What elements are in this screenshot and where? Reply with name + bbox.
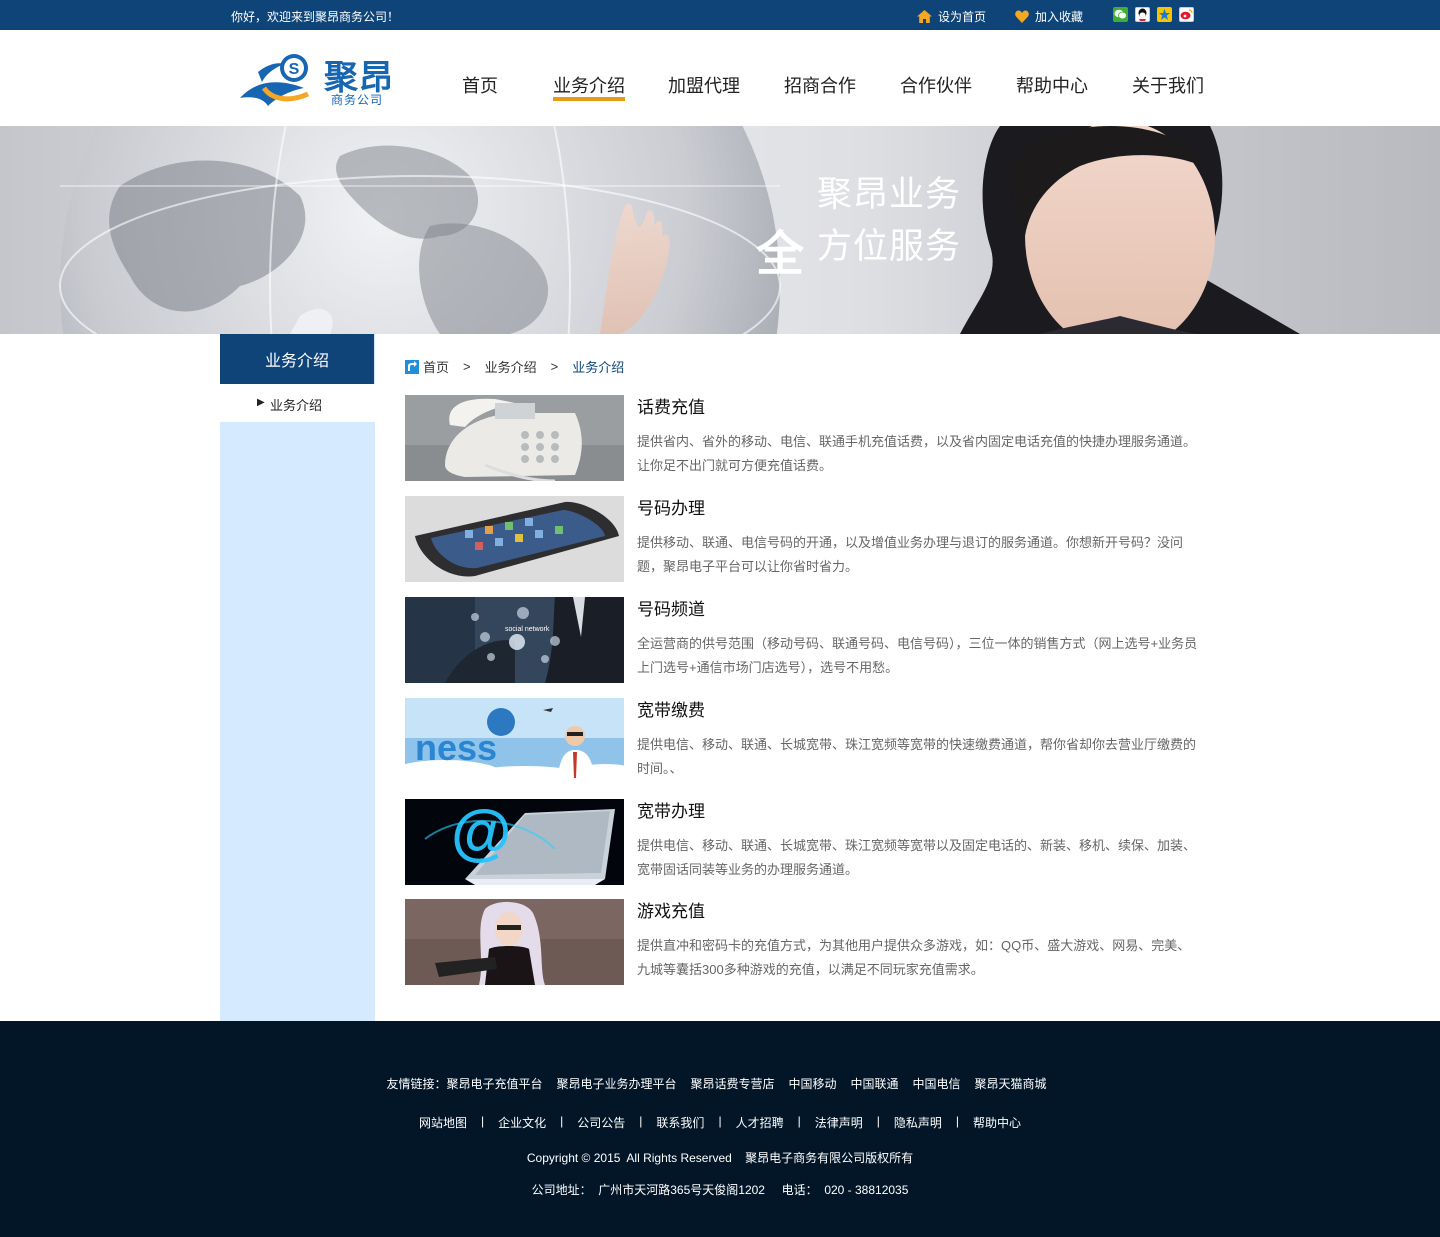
weibo-icon[interactable]	[1179, 7, 1194, 22]
sidebar: 业务介绍 ▶ 业务介绍	[220, 334, 375, 1021]
breadcrumb-separator: >	[463, 359, 471, 374]
footer-separator: |	[560, 1114, 564, 1128]
triangle-right-icon: ▶	[257, 397, 265, 408]
nav-home[interactable]: 首页	[462, 72, 498, 98]
sidebar-title: 业务介绍	[220, 334, 374, 384]
qq-icon[interactable]	[1135, 7, 1150, 22]
breadcrumb-home-icon	[405, 359, 419, 374]
footer-separator: |	[797, 1114, 801, 1128]
footer-link-legal[interactable]: 法律声明	[815, 1114, 863, 1131]
footer-separator: |	[481, 1114, 485, 1128]
footer-link-help[interactable]: 帮助中心	[973, 1114, 1021, 1131]
service-image-social-network[interactable]: social network	[405, 597, 624, 683]
service-image-telephone[interactable]	[405, 395, 624, 481]
footer-separator: |	[955, 1114, 959, 1128]
friend-link-recharge-platform[interactable]: 聚昂电子充值平台	[446, 1075, 542, 1092]
sidebar-item-business[interactable]: ▶ 业务介绍	[220, 384, 375, 422]
footer-nav: 网站地图 | 企业文化 | 公司公告 | 联系我们 | 人才招聘 | 法律声明 …	[0, 1114, 1440, 1131]
welcome-text: 你好，欢迎来到聚昂商务公司！	[231, 10, 400, 24]
service-item-number-channel: social network 号码频道 全运营商的供号范围（移动号码、联通号码、…	[405, 597, 1205, 683]
friend-link-business-platform[interactable]: 聚昂电子业务办理平台	[556, 1075, 676, 1092]
service-item-broadband-payment: ness 宽带缴费 提供电信、移动、联通、长城宽带、珠江宽频等宽带的快速缴费通道…	[405, 698, 1205, 784]
nav-about[interactable]: 关于我们	[1132, 72, 1204, 98]
friend-links-label: 友情链接：	[386, 1077, 447, 1091]
service-image-smartphone[interactable]	[405, 496, 624, 582]
service-item-number-handling: 号码办理 提供移动、联通、电信号码的开通，以及增值业务办理与退订的服务通道。你想…	[405, 496, 1205, 582]
service-description: 提供省内、省外的移动、电信、联通手机充值话费，以及省内固定电话充值的快捷办理服务…	[637, 434, 1197, 473]
friend-link-tmall-store[interactable]: 聚昂天猫商城	[975, 1075, 1047, 1092]
hero-banner: 聚昂业务 全 方位服务	[0, 126, 1440, 334]
nav-active-indicator	[553, 97, 625, 101]
site-footer: 友情链接： 聚昂电子充值平台 聚昂电子业务办理平台 聚昂话费专营店 中国移动 中…	[0, 1021, 1440, 1237]
footer-link-sitemap[interactable]: 网站地图	[419, 1114, 467, 1131]
service-description: 提供移动、联通、电信号码的开通，以及增值业务办理与退订的服务通道。你想新开号码？…	[637, 535, 1184, 574]
site-header: S 聚昂 商务公司 首页 业务介绍 加盟代理 招商合作 合作伙伴 帮助中心 关于…	[0, 30, 1440, 126]
globe-woman-illustration	[59, 126, 1300, 334]
footer-link-privacy[interactable]: 隐私声明	[894, 1114, 942, 1131]
breadcrumb-home[interactable]: 首页	[423, 357, 449, 376]
footer-separator: |	[718, 1114, 722, 1128]
breadcrumb-separator: >	[550, 359, 559, 374]
add-favorite-link[interactable]: 加入收藏	[1015, 8, 1083, 25]
footer-separator: |	[876, 1114, 880, 1128]
svg-text:social network: social network	[505, 626, 550, 633]
breadcrumb-current: 业务介绍	[572, 360, 625, 375]
copyright: Copyright © 2015 All Rights Reserved 聚昂电…	[526, 1151, 914, 1165]
qzone-icon[interactable]	[1157, 7, 1172, 22]
company-address: 公司地址： 广州市天河路365号天俊阁1202 电话： 020 - 388120…	[531, 1183, 909, 1197]
service-title[interactable]: 宽带办理	[637, 797, 705, 822]
service-image-laptop-at[interactable]: @	[405, 799, 624, 885]
friend-link-phone-store[interactable]: 聚昂话费专营店	[690, 1075, 774, 1092]
service-title[interactable]: 号码办理	[637, 494, 705, 519]
nav-partners[interactable]: 合作伙伴	[900, 72, 972, 98]
friend-links: 友情链接： 聚昂电子充值平台 聚昂电子业务办理平台 聚昂话费专营店 中国移动 中…	[0, 1075, 1440, 1092]
footer-link-careers[interactable]: 人才招聘	[736, 1114, 784, 1131]
banner-line2: 方位服务	[817, 227, 962, 266]
logo-subtitle: 商务公司	[331, 93, 384, 107]
service-item-phone-recharge: 话费充值 提供省内、省外的移动、电信、联通手机充值话费，以及省内固定电话充值的快…	[405, 395, 1205, 481]
logo-emblem-icon: S	[240, 54, 310, 106]
sidebar-item-label: 业务介绍	[270, 398, 323, 413]
company-logo[interactable]: S 聚昂 商务公司	[238, 48, 398, 114]
svg-text:S: S	[289, 61, 300, 78]
breadcrumb: 首页 > 业务介绍 > 业务介绍	[405, 357, 624, 376]
service-description: 提供直冲和密码卡的充值方式，为其他用户提供众多游戏，如：QQ币、盛大游戏、网易、…	[637, 938, 1191, 977]
service-item-broadband-install: @ 宽带办理 提供电信、移动、联通、长城宽带、珠江宽频等宽带以及固定电话的、新装…	[405, 799, 1205, 885]
breadcrumb-business[interactable]: 业务介绍	[485, 357, 537, 376]
service-title[interactable]: 游戏充值	[637, 897, 705, 922]
top-bar: 你好，欢迎来到聚昂商务公司！ 设为首页 加入收藏	[0, 0, 1440, 30]
home-icon	[917, 10, 932, 23]
heart-icon	[1015, 10, 1029, 23]
svg-text:@: @	[451, 799, 511, 867]
service-image-business-man[interactable]: ness	[405, 698, 624, 784]
wechat-icon[interactable]	[1113, 7, 1128, 22]
footer-link-announcements[interactable]: 公司公告	[577, 1114, 625, 1131]
banner-line1: 聚昂业务	[817, 175, 962, 214]
svg-text:ness: ness	[415, 727, 497, 768]
nav-help[interactable]: 帮助中心	[1016, 72, 1088, 98]
friend-link-china-telecom[interactable]: 中国电信	[913, 1075, 961, 1092]
service-description: 全运营商的供号范围（移动号码、联通号码、电信号码），三位一体的销售方式（网上选号…	[637, 636, 1198, 675]
set-home-link[interactable]: 设为首页	[917, 8, 986, 25]
footer-link-culture[interactable]: 企业文化	[498, 1114, 546, 1131]
service-item-game-recharge: 游戏充值 提供直冲和密码卡的充值方式，为其他用户提供众多游戏，如：QQ币、盛大游…	[405, 899, 1205, 985]
service-title[interactable]: 号码频道	[637, 595, 705, 620]
friend-link-china-mobile[interactable]: 中国移动	[789, 1075, 837, 1092]
nav-franchise[interactable]: 加盟代理	[668, 72, 740, 98]
service-image-game-character[interactable]	[405, 899, 624, 985]
nav-investment[interactable]: 招商合作	[784, 72, 856, 98]
banner-big-char: 全	[756, 228, 805, 281]
friend-link-china-unicom[interactable]: 中国联通	[851, 1075, 899, 1092]
set-home-label: 设为首页	[938, 10, 987, 24]
service-title[interactable]: 话费充值	[637, 393, 705, 418]
footer-separator: |	[639, 1114, 643, 1128]
social-share-icons	[1113, 7, 1194, 22]
nav-business[interactable]: 业务介绍	[553, 72, 625, 98]
service-description: 提供电信、移动、联通、长城宽带、珠江宽频等宽带的快速缴费通道，帮你省却你去营业厅…	[637, 737, 1197, 776]
service-title[interactable]: 宽带缴费	[637, 696, 705, 721]
add-favorite-label: 加入收藏	[1035, 10, 1084, 24]
footer-link-contact[interactable]: 联系我们	[656, 1114, 704, 1131]
service-description: 提供电信、移动、联通、长城宽带、珠江宽频等宽带以及固定电话的、新装、移机、续保、…	[637, 838, 1197, 877]
